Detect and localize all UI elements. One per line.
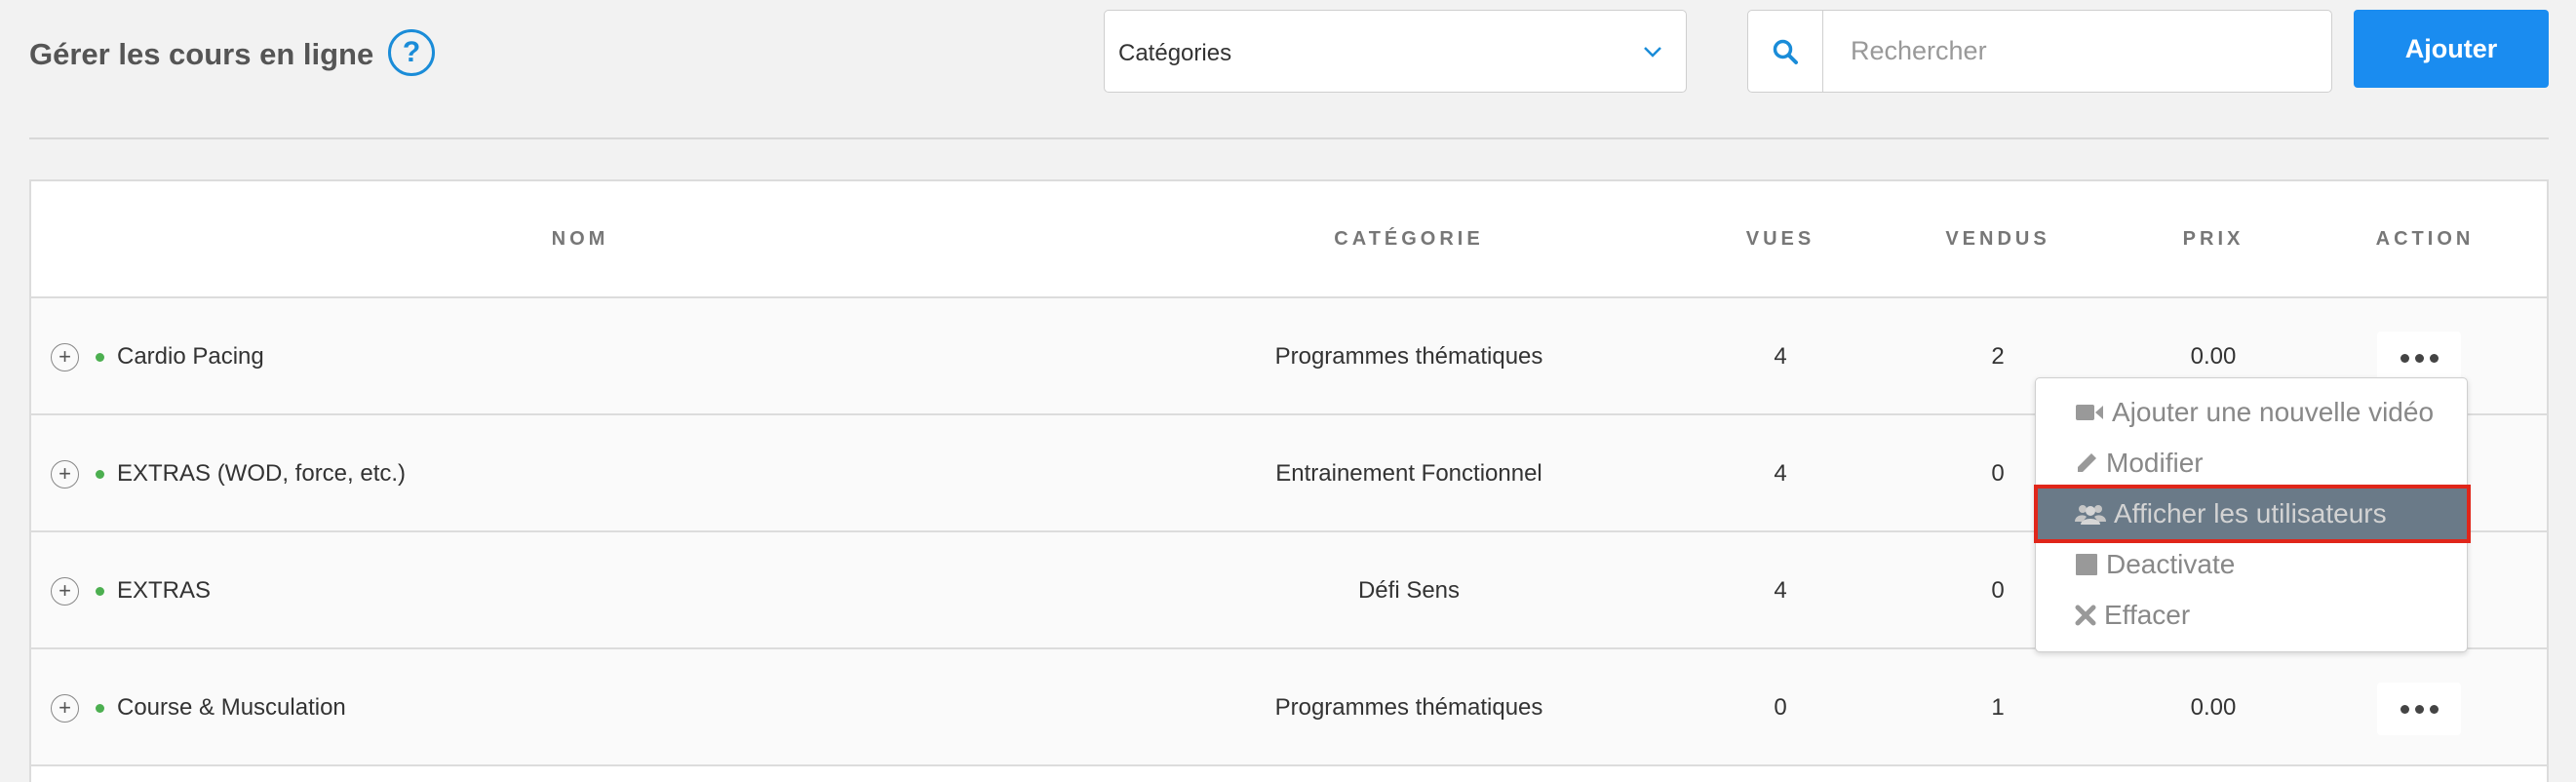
- search-input[interactable]: [1823, 11, 2331, 92]
- menu-item-label: Deactivate: [2106, 549, 2236, 579]
- ellipsis-dot: [2400, 353, 2409, 363]
- course-sold: 0: [1991, 577, 2005, 604]
- users-icon: [2075, 505, 2106, 525]
- expand-icon[interactable]: +: [51, 577, 79, 606]
- ellipsis-dot: [2429, 353, 2439, 363]
- expand-icon[interactable]: +: [51, 694, 79, 723]
- course-name: Cardio Pacing: [117, 343, 264, 370]
- course-name: EXTRAS (WOD, force, etc.): [117, 460, 407, 487]
- status-dot: [96, 587, 104, 596]
- course-name: Course & Musculation: [117, 694, 346, 721]
- menu-item-edit[interactable]: Modifier: [2036, 438, 2467, 489]
- expand-icon[interactable]: +: [51, 343, 79, 371]
- ellipsis-dot: [2414, 704, 2424, 714]
- pencil-icon: [2078, 453, 2096, 472]
- more-actions-button[interactable]: [2377, 332, 2461, 384]
- column-header-action: ACTION: [2375, 228, 2475, 250]
- menu-item-label: Ajouter une nouvelle vidéo: [2112, 397, 2435, 427]
- menu-item-label: Afficher les utilisateurs: [2114, 498, 2387, 528]
- course-category: Entrainement Fonctionnel: [1275, 460, 1542, 487]
- course-sold: 1: [1991, 694, 2005, 721]
- video-camera-icon: [2076, 405, 2103, 420]
- category-select[interactable]: Catégories: [1104, 10, 1687, 93]
- status-dot: [96, 470, 104, 479]
- course-price: 0.00: [2190, 694, 2237, 721]
- column-header-price[interactable]: PRIX: [2183, 228, 2244, 251]
- course-sold: 2: [1991, 343, 2005, 370]
- expand-icon[interactable]: +: [51, 460, 79, 489]
- more-actions-button[interactable]: [2377, 683, 2461, 735]
- course-category: Programmes thématiques: [1274, 343, 1543, 370]
- chevron-down-icon: [1644, 47, 1661, 58]
- column-header-sold[interactable]: VENDUS: [1945, 228, 2049, 251]
- course-sold: 0: [1991, 460, 2005, 487]
- header-divider: [29, 137, 2549, 139]
- menu-item-delete[interactable]: Effacer: [2036, 590, 2467, 641]
- column-header-category[interactable]: CATÉGORIE: [1334, 228, 1483, 251]
- course-category: Défi Sens: [1357, 577, 1461, 604]
- column-header-name[interactable]: NOM: [552, 228, 609, 251]
- search-box: [1747, 10, 2332, 93]
- status-dot: [96, 704, 104, 713]
- search-button[interactable]: [1748, 11, 1823, 92]
- ellipsis-dot: [2429, 704, 2439, 714]
- add-button[interactable]: Ajouter: [2354, 10, 2549, 88]
- status-dot: [96, 353, 104, 362]
- course-views: 0: [1774, 694, 1787, 721]
- course-price: 0.00: [2190, 343, 2237, 370]
- course-views: 4: [1774, 460, 1787, 487]
- ellipsis-dot: [2400, 704, 2409, 714]
- close-icon: [2075, 605, 2096, 626]
- menu-item-add-video[interactable]: Ajouter une nouvelle vidéo: [2036, 387, 2467, 438]
- course-views: 4: [1774, 343, 1787, 370]
- course-views: 4: [1774, 577, 1787, 604]
- course-name: EXTRAS: [117, 577, 212, 604]
- table-row: + Course & Musculation Programmes thémat…: [31, 649, 2547, 766]
- ellipsis-dot: [2414, 353, 2424, 363]
- help-icon[interactable]: ?: [388, 29, 435, 76]
- menu-item-label: Modifier: [2106, 448, 2204, 478]
- page-title: Gérer les cours en ligne: [29, 37, 374, 71]
- square-icon: [2076, 554, 2097, 575]
- table-header: NOM CATÉGORIE VUES VENDUS PRIX ACTION: [31, 181, 2547, 298]
- category-select-value: Catégories: [1118, 40, 1232, 66]
- column-header-views[interactable]: VUES: [1746, 228, 1815, 251]
- menu-item-deactivate[interactable]: Deactivate: [2036, 539, 2467, 590]
- course-category: Programmes thématiques: [1274, 694, 1543, 721]
- action-dropdown-menu: Ajouter une nouvelle vidéo Modifier Affi…: [2034, 377, 2471, 652]
- search-icon: [1773, 39, 1798, 64]
- menu-item-show-users[interactable]: Afficher les utilisateurs: [2034, 485, 2471, 543]
- menu-item-label: Effacer: [2104, 600, 2191, 630]
